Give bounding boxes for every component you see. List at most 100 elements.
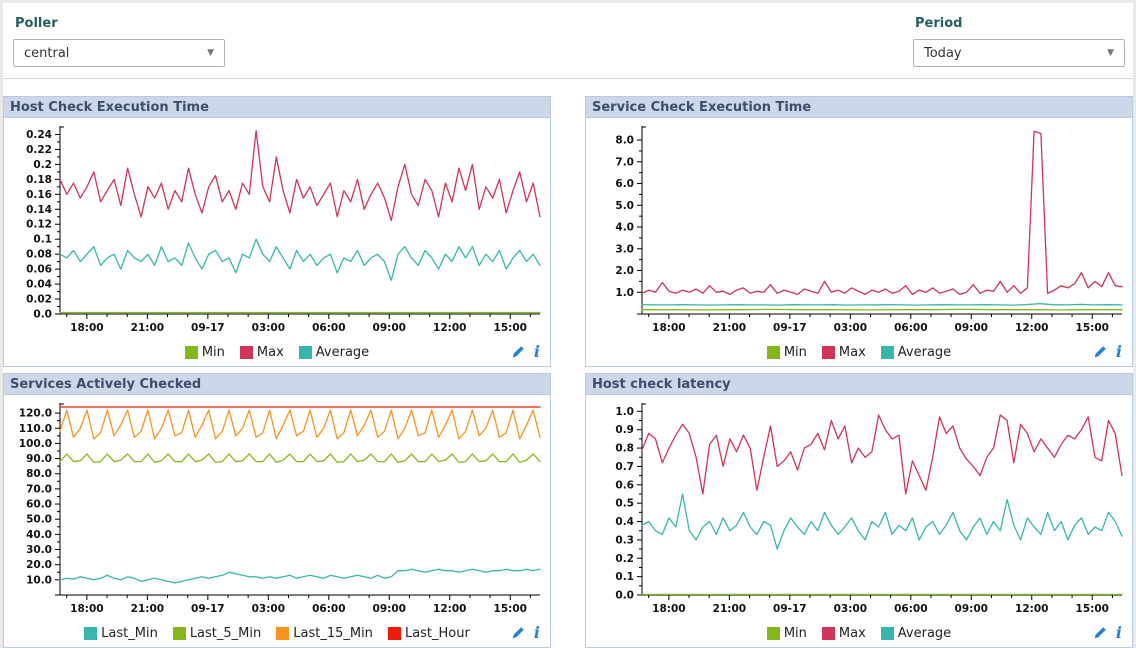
svg-text:21:00: 21:00 bbox=[713, 603, 746, 615]
svg-text:18:00: 18:00 bbox=[70, 603, 103, 615]
svg-text:12:00: 12:00 bbox=[1015, 322, 1048, 334]
svg-text:09:00: 09:00 bbox=[373, 322, 406, 334]
svg-text:0.1: 0.1 bbox=[615, 571, 634, 583]
legend-swatch bbox=[173, 627, 186, 640]
poller-label: Poller bbox=[15, 16, 225, 31]
edit-graph-pencil-icon[interactable] bbox=[511, 626, 525, 640]
svg-text:18:00: 18:00 bbox=[652, 322, 685, 334]
legend-item-last_15_min[interactable]: Last_15_Min bbox=[276, 626, 373, 641]
svg-text:0.5: 0.5 bbox=[615, 498, 634, 510]
legend-swatch bbox=[822, 346, 835, 359]
svg-text:110.0: 110.0 bbox=[19, 423, 52, 435]
charts-grid: Host Check Execution Time 0.240.220.20.1… bbox=[3, 79, 1133, 648]
legend-swatch bbox=[240, 346, 253, 359]
svg-text:0.7: 0.7 bbox=[615, 461, 634, 473]
edit-graph-pencil-icon[interactable] bbox=[1093, 626, 1107, 640]
legend-swatch bbox=[822, 627, 835, 640]
legend-items: Min Max Average bbox=[185, 345, 369, 360]
legend-label: Min bbox=[784, 626, 807, 641]
legend-swatch bbox=[767, 627, 780, 640]
svg-text:0.02: 0.02 bbox=[26, 294, 52, 306]
svg-text:0.3: 0.3 bbox=[615, 534, 634, 546]
legend-swatch bbox=[276, 627, 289, 640]
svg-text:15:00: 15:00 bbox=[494, 603, 527, 615]
panel-title: Services Actively Checked bbox=[10, 377, 201, 392]
panel-title: Service Check Execution Time bbox=[592, 100, 811, 115]
legend-label: Min bbox=[202, 345, 225, 360]
info-icon[interactable]: i bbox=[534, 344, 540, 360]
svg-text:15:00: 15:00 bbox=[1076, 322, 1109, 334]
legend-items: Min Max Average bbox=[767, 345, 951, 360]
svg-text:06:00: 06:00 bbox=[894, 603, 927, 615]
svg-text:40.0: 40.0 bbox=[26, 529, 52, 541]
legend-label: Average bbox=[898, 345, 951, 360]
svg-text:15:00: 15:00 bbox=[1076, 603, 1109, 615]
svg-text:0.0: 0.0 bbox=[615, 590, 634, 602]
svg-text:03:00: 03:00 bbox=[834, 603, 867, 615]
legend-item-max[interactable]: Max bbox=[822, 345, 866, 360]
legend-item-min[interactable]: Min bbox=[767, 345, 807, 360]
svg-text:0.9: 0.9 bbox=[615, 424, 634, 436]
legend-item-last_5_min[interactable]: Last_5_Min bbox=[173, 626, 261, 641]
chart-canvas[interactable]: 0.240.220.20.180.160.140.120.10.080.060.… bbox=[4, 119, 550, 340]
svg-text:0.24: 0.24 bbox=[26, 129, 52, 141]
svg-text:120.0: 120.0 bbox=[19, 408, 52, 420]
svg-text:1.0: 1.0 bbox=[615, 287, 634, 299]
panel-header: Services Actively Checked bbox=[4, 374, 550, 395]
chart-canvas[interactable]: 120.0110.0100.090.080.070.060.050.040.03… bbox=[4, 396, 550, 621]
svg-text:0.12: 0.12 bbox=[26, 219, 52, 231]
svg-text:21:00: 21:00 bbox=[131, 603, 164, 615]
svg-text:30.0: 30.0 bbox=[26, 544, 52, 556]
legend-item-last_min[interactable]: Last_Min bbox=[84, 626, 158, 641]
panel-title: Host Check Execution Time bbox=[10, 100, 209, 115]
svg-text:7.0: 7.0 bbox=[615, 156, 634, 168]
legend-item-last_hour[interactable]: Last_Hour bbox=[388, 626, 470, 641]
info-icon[interactable]: i bbox=[534, 625, 540, 641]
poller-select[interactable]: central ▼ bbox=[13, 39, 225, 67]
svg-text:100.0: 100.0 bbox=[19, 438, 52, 450]
svg-text:0.16: 0.16 bbox=[26, 189, 52, 201]
legend-label: Last_15_Min bbox=[293, 626, 373, 641]
chart-canvas[interactable]: 1.00.90.80.70.60.50.40.30.20.10.018:0021… bbox=[586, 396, 1132, 621]
panel-body: 1.00.90.80.70.60.50.40.30.20.10.018:0021… bbox=[586, 395, 1132, 647]
panel-services-actively-checked: Services Actively Checked 120.0 110.0 100.… bbox=[3, 373, 551, 648]
svg-text:2.0: 2.0 bbox=[615, 265, 634, 277]
svg-text:09:00: 09:00 bbox=[955, 603, 988, 615]
legend-label: Last_Min bbox=[101, 626, 158, 641]
svg-text:15:00: 15:00 bbox=[494, 322, 527, 334]
svg-text:50.0: 50.0 bbox=[26, 514, 52, 526]
legend-swatch bbox=[388, 627, 401, 640]
period-label: Period bbox=[915, 16, 1125, 31]
legend-swatch bbox=[84, 627, 97, 640]
info-icon[interactable]: i bbox=[1116, 344, 1122, 360]
legend-row: Last_Min Last_5_Min Last_15_Min Last_Hour i bbox=[4, 621, 550, 645]
filter-toolbar: Poller central ▼ Period Today ▼ bbox=[3, 3, 1133, 79]
edit-graph-pencil-icon[interactable] bbox=[511, 345, 525, 359]
legend-item-average[interactable]: Average bbox=[881, 345, 951, 360]
edit-graph-pencil-icon[interactable] bbox=[1093, 345, 1107, 359]
svg-text:4.0: 4.0 bbox=[615, 222, 634, 234]
svg-text:21:00: 21:00 bbox=[713, 322, 746, 334]
svg-text:09:00: 09:00 bbox=[373, 603, 406, 615]
legend-item-max[interactable]: Max bbox=[822, 626, 866, 641]
panel-actions: i bbox=[1093, 622, 1122, 644]
legend-item-min[interactable]: Min bbox=[767, 626, 807, 641]
svg-text:09-17: 09-17 bbox=[191, 322, 225, 334]
period-select[interactable]: Today ▼ bbox=[913, 39, 1125, 67]
legend-swatch bbox=[881, 627, 894, 640]
panel-host-check-execution-time: Host Check Execution Time 0.240.220.20.1… bbox=[3, 96, 551, 367]
panel-service-check-execution-time: Service Check Execution Time 8.07.06.05.… bbox=[585, 96, 1133, 367]
legend-item-min[interactable]: Min bbox=[185, 345, 225, 360]
panel-body: 8.07.06.05.04.03.02.01.018:0021:0009-170… bbox=[586, 118, 1132, 366]
legend-item-average[interactable]: Average bbox=[881, 626, 951, 641]
info-icon[interactable]: i bbox=[1116, 625, 1122, 641]
svg-text:90.0: 90.0 bbox=[26, 453, 52, 465]
legend-label: Average bbox=[898, 626, 951, 641]
svg-text:5.0: 5.0 bbox=[615, 200, 634, 212]
svg-text:80.0: 80.0 bbox=[26, 468, 52, 480]
chart-canvas[interactable]: 8.07.06.05.04.03.02.01.018:0021:0009-170… bbox=[586, 119, 1132, 340]
legend-item-average[interactable]: Average bbox=[299, 345, 369, 360]
legend-item-max[interactable]: Max bbox=[240, 345, 284, 360]
panel-actions: i bbox=[1093, 341, 1122, 363]
svg-text:0.8: 0.8 bbox=[615, 443, 634, 455]
